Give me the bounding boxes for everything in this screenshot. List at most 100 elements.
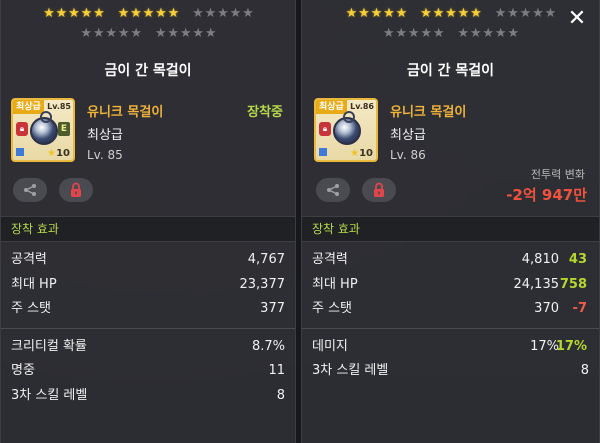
lock-button[interactable] [59, 178, 93, 202]
stat-value: 11 [268, 363, 285, 378]
stat-row: 크리티컬 확률 8.7% [1, 335, 295, 360]
lock-icon [71, 182, 81, 197]
stats-list: 공격력 4,767 최대 HP 23,377 주 스탯 377 크리티컬 확률 8.7% 명중… [1, 248, 295, 408]
star-icon: ★ [92, 26, 105, 41]
stat-label: 3차 스킬 레벨 [312, 363, 389, 378]
stat-value: 377 [260, 301, 285, 316]
base-stats: 공격력 4,767 최대 HP 23,377 주 스탯 377 [1, 248, 295, 322]
necklace-icon [30, 111, 58, 145]
stat-label: 명중 [11, 363, 35, 378]
star-group: ★ ★ ★ ★ ★ [382, 27, 445, 41]
star-icon: ★ [192, 26, 204, 41]
star-icon: ★ [382, 26, 395, 41]
star-group: ★ ★ ★ ★ ★ [154, 27, 217, 41]
level-tag: Lv.86 [350, 102, 374, 111]
level-tag: Lv.85 [47, 102, 71, 111]
share-icon [24, 184, 36, 196]
star-group: ★ ★ ★ ★ ★ [494, 7, 557, 21]
combat-power-change-value: -2억 947만 [506, 186, 587, 204]
star-icon: ★ [507, 6, 519, 21]
star-icon: ★ [68, 6, 80, 21]
stat-label: 공격력 [312, 252, 348, 267]
star-icon: ★ [350, 148, 360, 159]
star-icon: ★ [457, 6, 470, 21]
star-icon: ★ [217, 6, 229, 21]
star-count: ★10 [47, 148, 70, 159]
star-count-value: 10 [359, 148, 373, 159]
stat-row: 최대 HP 23,377 [1, 273, 295, 298]
star-icon: ★ [445, 6, 457, 21]
combat-power-change-label: 전투력 변화 [530, 168, 585, 181]
close-button[interactable]: ✕ [567, 8, 587, 30]
star-icon: ★ [155, 6, 167, 21]
star-group: ★ ★ ★ ★ ★ [457, 26, 519, 41]
star-force-row-2: ★ ★ ★ ★ ★ ★ ★ ★ ★ ★ [302, 27, 599, 41]
star-icon: ★ [494, 26, 507, 41]
item-grade: 최상급 [87, 128, 123, 143]
lock-badge-icon: 🔒︎ [16, 122, 28, 136]
stat-row: 주 스탯 370 -7 [302, 297, 599, 322]
slot-marker-icon [16, 148, 24, 156]
stat-delta: -7 [572, 301, 587, 316]
item-icon-frame[interactable]: 최상급 Lv.86 🔒︎ ★10 [314, 98, 378, 162]
stat-value: 24,135 [513, 276, 560, 292]
stat-row: 주 스탯 377 [1, 297, 295, 322]
star-icon: ★ [117, 6, 130, 21]
grade-tag: 최상급 [316, 100, 347, 114]
stat-label: 크리티컬 확률 [11, 338, 87, 354]
lock-badge-icon: 🔒︎ [319, 122, 331, 136]
equip-effects-header: 장착 효과 [1, 216, 295, 242]
stats-list: 공격력 4,810 43 최대 HP 24,135 758 주 스탯 370 -7 데미지 17%… [302, 248, 599, 384]
star-icon: ★ [383, 6, 395, 21]
stat-delta: 758 [559, 276, 587, 292]
lock-button[interactable] [362, 178, 396, 202]
star-force-row-1: ★ ★ ★ ★ ★ ★ ★ ★ ★ ★ ★ ★ ★ ★ ★ [302, 7, 599, 21]
star-icon: ★ [432, 6, 445, 21]
star-icon: ★ [544, 6, 557, 21]
item-grade: 최상급 [390, 128, 426, 143]
share-button[interactable] [316, 178, 350, 202]
star-icon: ★ [192, 6, 204, 21]
stat-row: 최대 HP 24,135 758 [302, 273, 599, 298]
stat-label: 최대 HP [312, 276, 358, 292]
item-level: Lv. 86 [390, 148, 426, 162]
stat-delta: 43 [568, 252, 587, 267]
stat-delta: 17% [555, 338, 587, 354]
base-stats: 공격력 4,810 43 최대 HP 24,135 758 주 스탯 370 -7 [302, 248, 599, 322]
star-icon: ★ [204, 26, 217, 41]
equipped-badge: E [58, 122, 70, 136]
item-name: 유니크 목걸이 [390, 105, 467, 120]
star-count-value: 10 [56, 148, 70, 159]
star-icon: ★ [519, 6, 532, 21]
stat-row: 공격력 4,810 43 [302, 248, 599, 273]
star-group: ★ ★ ★ ★ ★ [191, 7, 254, 21]
star-icon: ★ [507, 26, 519, 41]
stat-value: 8 [580, 363, 589, 378]
stat-row: 데미지 17% 17% [302, 335, 599, 360]
stat-row: 명중 11 [1, 359, 295, 384]
stats-divider [302, 327, 599, 329]
item-title: 금이 간 목걸이 [406, 63, 495, 79]
stat-value: 23,377 [239, 276, 286, 292]
extra-stats: 크리티컬 확률 8.7% 명중 11 3차 스킬 레벨 8 [1, 335, 295, 409]
item-icon-frame[interactable]: 최상급 Lv.85 🔒︎ E ★10 [11, 98, 75, 162]
star-icon: ★ [80, 26, 92, 41]
stat-label: 주 스탯 [11, 301, 52, 316]
equipped-status: 장착중 [247, 105, 283, 120]
stat-value: 4,767 [247, 252, 285, 267]
compare-item-panel: ★ ★ ★ ★ ★ ★ ★ ★ ★ ★ ★ ★ ★ ★ ★ ★ ★ ★ ★ ★ ★ ★ ★ ★ ★ ✕ 금이 간 목걸이… [301, 0, 600, 443]
star-icon: ★ [469, 26, 482, 41]
stat-value: 8.7% [251, 338, 285, 354]
stat-value: 8 [276, 387, 285, 403]
share-button[interactable] [13, 178, 47, 202]
equipped-item-panel: ★ ★ ★ ★ ★ ★ ★ ★ ★ ★ ★ ★ ★ ★ ★ ★ ★ ★ ★ ★ ★ ★ ★ ★ ★ 금이 간 목걸이 최… [0, 0, 296, 443]
star-icon: ★ [345, 6, 358, 21]
star-icon: ★ [80, 6, 93, 21]
grade-tag: 최상급 [13, 100, 44, 114]
star-force-row-1: ★ ★ ★ ★ ★ ★ ★ ★ ★ ★ ★ ★ ★ ★ ★ [1, 7, 295, 21]
equip-effects-header: 장착 효과 [302, 216, 599, 242]
stat-label: 주 스탯 [312, 301, 353, 316]
item-title: 금이 간 목걸이 [104, 63, 192, 79]
stats-divider [1, 327, 295, 329]
star-icon: ★ [204, 6, 217, 21]
